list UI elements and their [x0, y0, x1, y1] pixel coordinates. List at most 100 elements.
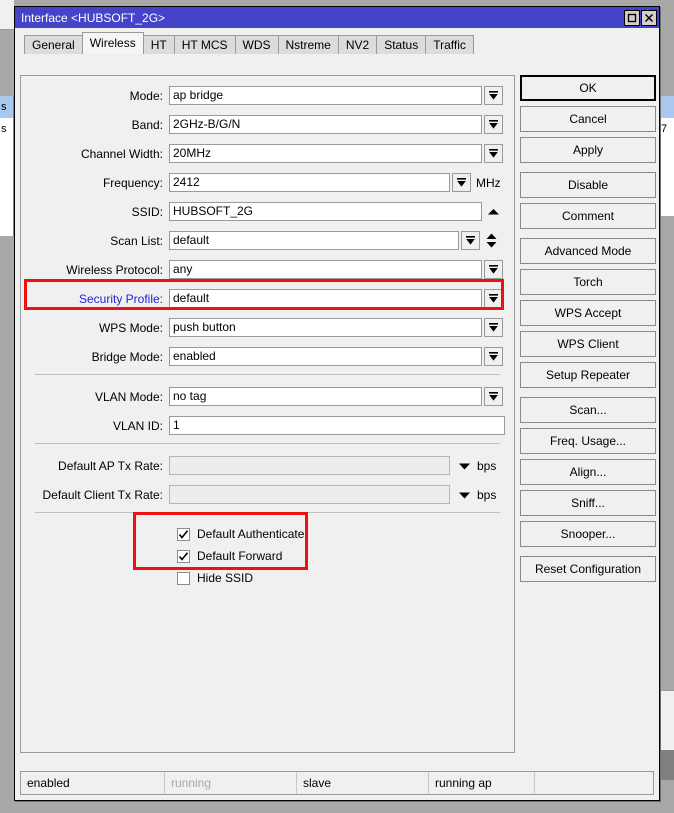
bridge-mode-dropdown-icon[interactable]: [484, 347, 503, 366]
disable-button[interactable]: Disable: [520, 172, 656, 198]
wps-mode-label: WPS Mode:: [98, 320, 163, 335]
default-client-tx-rate-input[interactable]: [169, 485, 450, 504]
tab-bar: General Wireless HT HT MCS WDS Nstreme N…: [24, 32, 654, 54]
security-profile-input[interactable]: default: [169, 289, 482, 308]
maximize-icon[interactable]: [624, 9, 640, 26]
list-item: .7: [658, 123, 668, 135]
band-dropdown-icon[interactable]: [484, 115, 503, 134]
default-client-tx-rate-unit-label: bps: [477, 487, 497, 502]
row-channel-width: Channel Width: 20MHz: [21, 142, 514, 165]
security-profile-label: Security Profile:: [78, 291, 163, 306]
channel-width-dropdown-icon[interactable]: [484, 144, 503, 163]
background-window-left-list: s s: [0, 96, 14, 236]
hide-ssid-checkbox[interactable]: [177, 571, 190, 585]
vlan-id-input[interactable]: 1: [169, 416, 505, 435]
snooper-button[interactable]: Snooper...: [520, 521, 656, 547]
scan-list-input[interactable]: default: [169, 231, 459, 250]
channel-width-input[interactable]: 20MHz: [169, 144, 482, 163]
dialog-button-column: OK Cancel Apply Disable Comment Advanced…: [520, 75, 656, 587]
row-band: Band: 2GHz-B/G/N: [21, 113, 514, 136]
background-window-toolbar: [0, 0, 14, 30]
background-window-right-list: .7: [658, 96, 674, 216]
section-divider-2: [35, 443, 500, 444]
wps-client-button[interactable]: WPS Client: [520, 331, 656, 357]
section-divider-1: [35, 374, 500, 375]
status-cell-running: running: [165, 772, 297, 794]
reset-configuration-button[interactable]: Reset Configuration: [520, 556, 656, 582]
mode-label: Mode:: [129, 88, 163, 103]
interface-dialog: Interface <HUBSOFT_2G> General Wireless …: [14, 6, 660, 801]
band-label: Band:: [131, 117, 163, 132]
frequency-input[interactable]: 2412: [169, 173, 450, 192]
row-wireless-protocol: Wireless Protocol: any: [21, 258, 514, 281]
wps-accept-button[interactable]: WPS Accept: [520, 300, 656, 326]
default-ap-tx-rate-input[interactable]: [169, 456, 450, 475]
row-default-authenticate: Default Authenticate: [21, 523, 514, 545]
scan-button[interactable]: Scan...: [520, 397, 656, 423]
tab-ht[interactable]: HT: [142, 35, 175, 54]
tab-ht-mcs[interactable]: HT MCS: [173, 35, 236, 54]
window-controls: [624, 9, 657, 26]
bridge-mode-input[interactable]: enabled: [169, 347, 482, 366]
row-vlan-id: VLAN ID: 1: [21, 414, 514, 437]
row-default-client-tx-rate: Default Client Tx Rate: bps: [21, 483, 514, 506]
background-window-scrollbar: [658, 750, 674, 780]
default-authenticate-checkbox[interactable]: [177, 527, 190, 541]
setup-repeater-button[interactable]: Setup Repeater: [520, 362, 656, 388]
scan-list-spinner-icon[interactable]: [484, 231, 498, 250]
torch-button[interactable]: Torch: [520, 269, 656, 295]
tab-nv2[interactable]: NV2: [337, 35, 378, 54]
wireless-settings-panel: Mode: ap bridge Band: 2GHz-B/G/N Channel…: [20, 75, 515, 753]
default-ap-tx-rate-unit-label: bps: [477, 458, 497, 473]
default-client-tx-rate-label: Default Client Tx Rate:: [42, 487, 164, 502]
security-profile-dropdown-icon[interactable]: [484, 289, 503, 308]
vlan-mode-dropdown-icon[interactable]: [484, 387, 503, 406]
wireless-protocol-dropdown-icon[interactable]: [484, 260, 503, 279]
list-item: [658, 96, 674, 118]
tab-wds[interactable]: WDS: [234, 35, 279, 54]
channel-width-label: Channel Width:: [80, 146, 163, 161]
align-button[interactable]: Align...: [520, 459, 656, 485]
section-divider-3: [35, 512, 500, 513]
sniff-button[interactable]: Sniff...: [520, 490, 656, 516]
tab-wireless[interactable]: Wireless: [81, 32, 144, 54]
default-client-tx-rate-dropdown-icon[interactable]: [456, 485, 472, 504]
cancel-button[interactable]: Cancel: [520, 106, 656, 132]
wireless-protocol-input[interactable]: any: [169, 260, 482, 279]
comment-button[interactable]: Comment: [520, 203, 656, 229]
dialog-client-area: General Wireless HT HT MCS WDS Nstreme N…: [15, 28, 659, 800]
ok-button[interactable]: OK: [520, 75, 656, 101]
background-window-panel: [658, 690, 674, 750]
advanced-mode-button[interactable]: Advanced Mode: [520, 238, 656, 264]
tab-general[interactable]: General: [24, 35, 83, 54]
row-wps-mode: WPS Mode: push button: [21, 316, 514, 339]
vlan-mode-input[interactable]: no tag: [169, 387, 482, 406]
close-icon[interactable]: [641, 9, 657, 26]
default-forward-checkbox[interactable]: [177, 549, 190, 563]
apply-button[interactable]: Apply: [520, 137, 656, 163]
wps-mode-dropdown-icon[interactable]: [484, 318, 503, 337]
bridge-mode-label: Bridge Mode:: [91, 349, 163, 364]
status-cell-enabled: enabled: [21, 772, 165, 794]
frequency-label: Frequency:: [102, 175, 163, 190]
mode-dropdown-icon[interactable]: [484, 86, 503, 105]
mode-input[interactable]: ap bridge: [169, 86, 482, 105]
default-forward-label: Default Forward: [197, 549, 283, 563]
row-scan-list: Scan List: default: [21, 229, 514, 252]
scan-list-dropdown-icon[interactable]: [461, 231, 480, 250]
row-mode: Mode: ap bridge: [21, 84, 514, 107]
tab-traffic[interactable]: Traffic: [425, 35, 474, 54]
band-input[interactable]: 2GHz-B/G/N: [169, 115, 482, 134]
hide-ssid-label: Hide SSID: [197, 571, 254, 585]
ssid-input[interactable]: HUBSOFT_2G: [169, 202, 482, 221]
ssid-expand-up-icon[interactable]: [486, 202, 500, 221]
tab-status[interactable]: Status: [376, 35, 427, 54]
row-vlan-mode: VLAN Mode: no tag: [21, 385, 514, 408]
freq-usage-button[interactable]: Freq. Usage...: [520, 428, 656, 454]
default-ap-tx-rate-label: Default AP Tx Rate:: [58, 458, 163, 473]
wps-mode-input[interactable]: push button: [169, 318, 482, 337]
default-ap-tx-rate-dropdown-icon[interactable]: [456, 456, 472, 475]
frequency-dropdown-icon[interactable]: [452, 173, 471, 192]
tab-nstreme[interactable]: Nstreme: [277, 35, 339, 54]
vlan-mode-label: VLAN Mode:: [94, 389, 163, 404]
